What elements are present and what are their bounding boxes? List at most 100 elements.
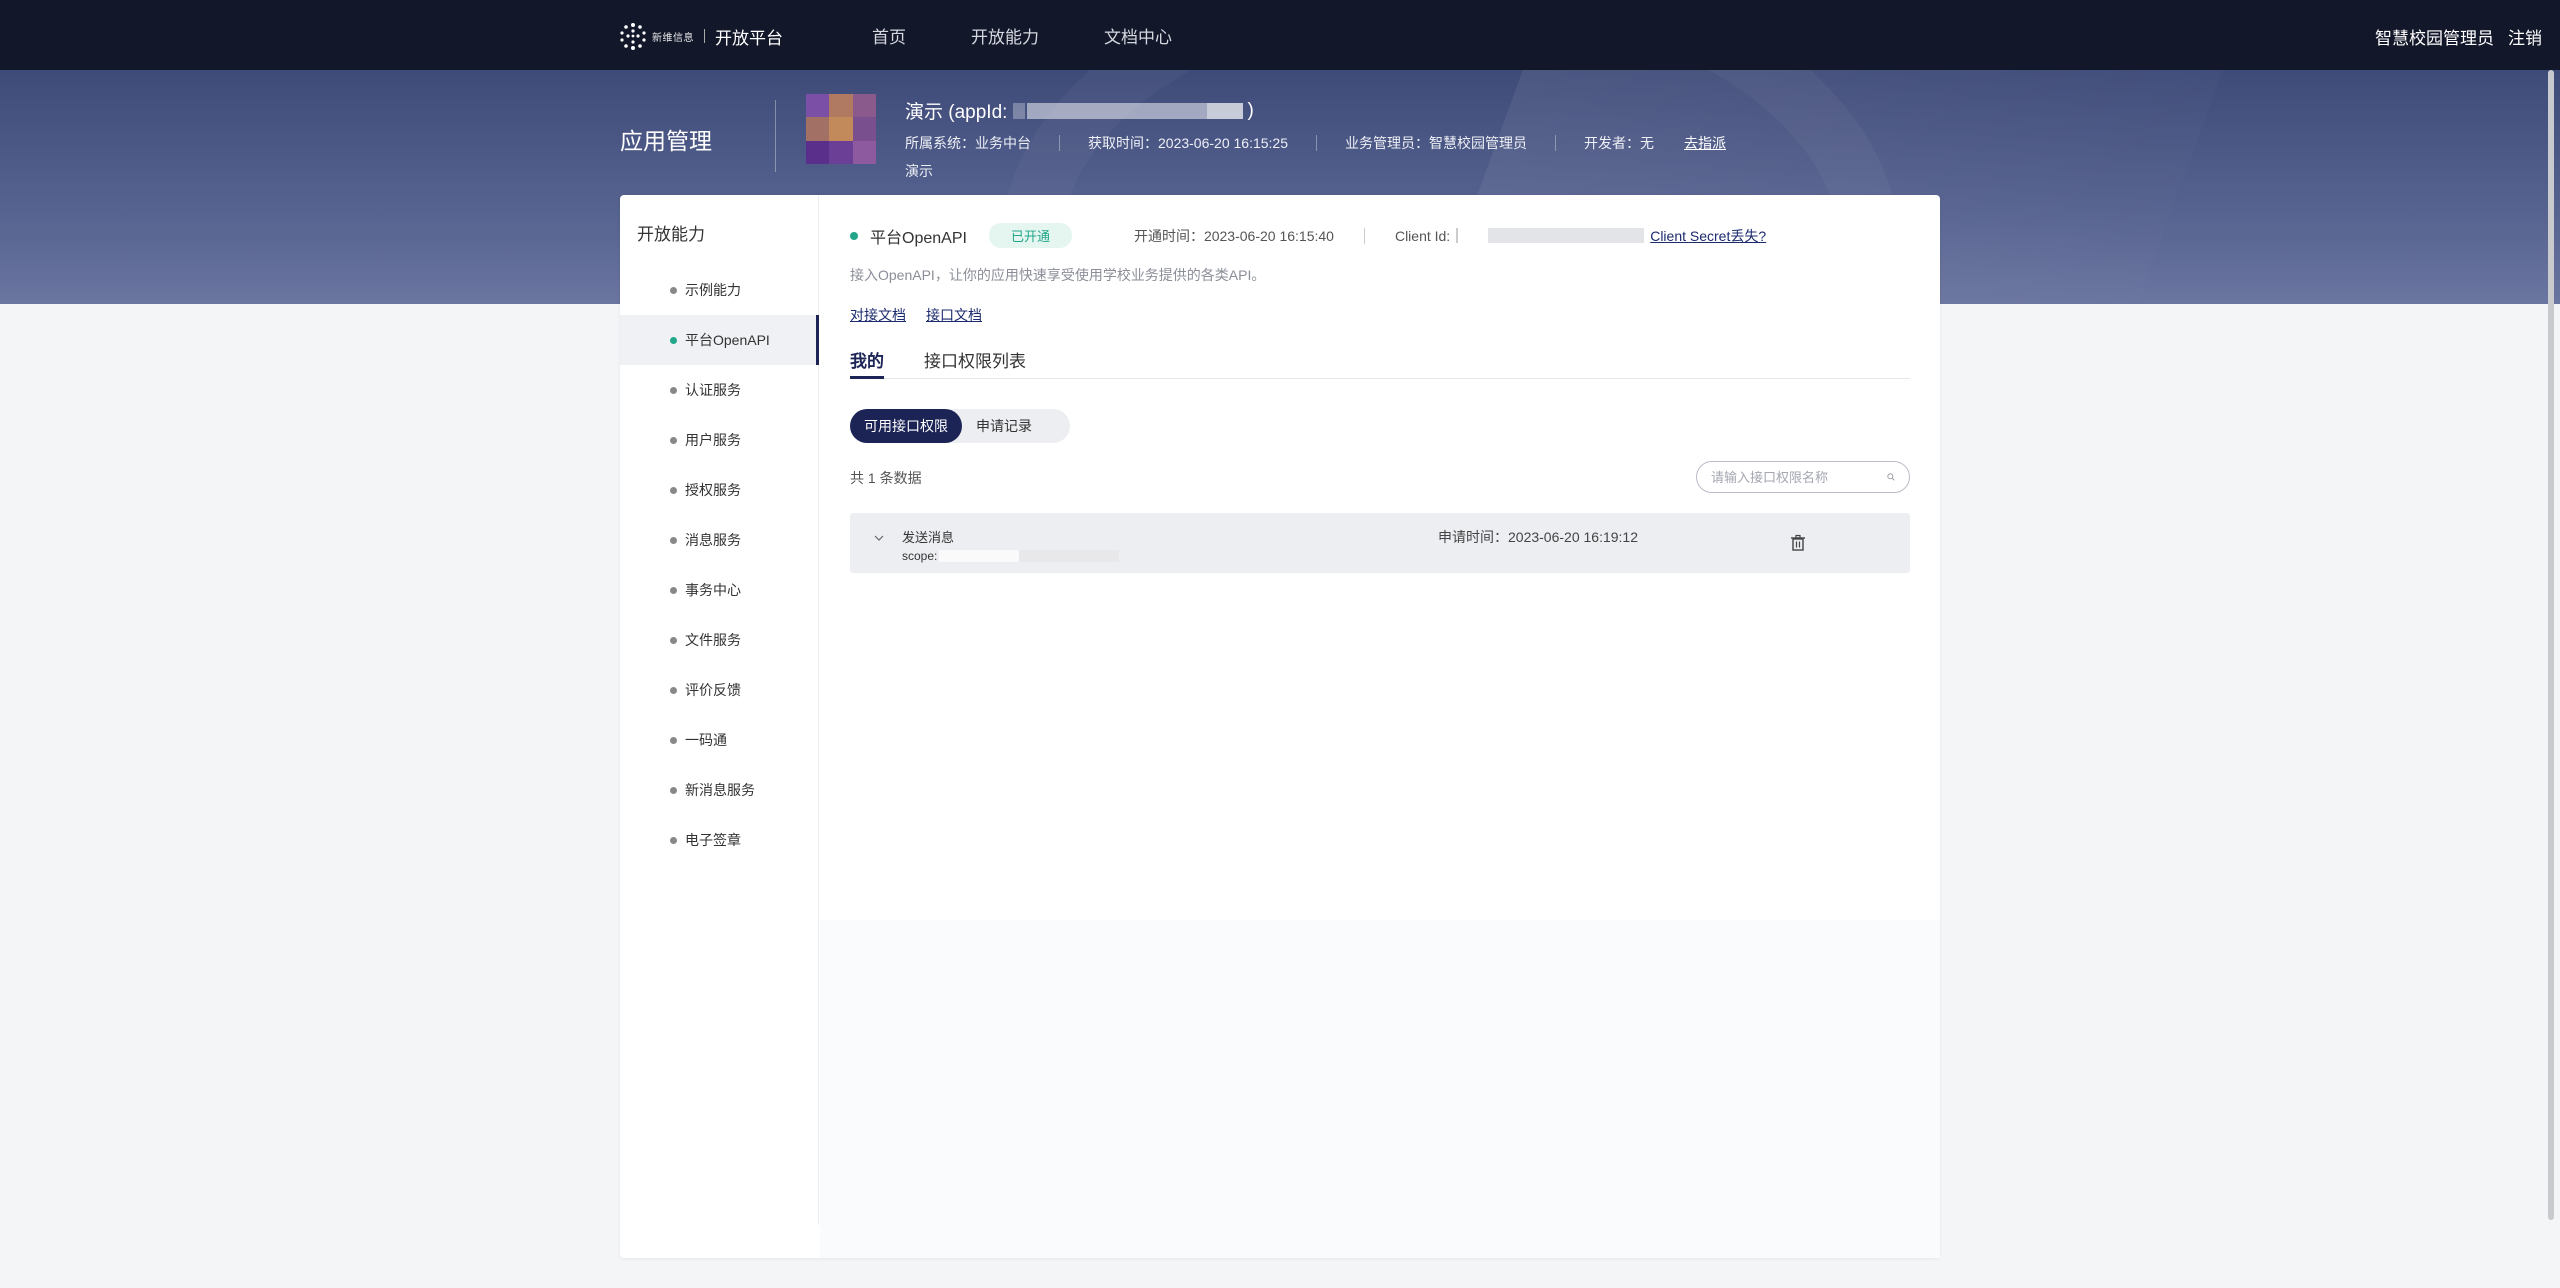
sidebar-item-label: 评价反馈 — [685, 682, 741, 698]
api-header: 平台OpenAPI 已开通 开通时间：2023-06-20 16:15:40 C… — [850, 223, 1766, 248]
app-name-text: 演示 (appId: — [905, 102, 1008, 123]
status-badge: 已开通 — [988, 223, 1072, 248]
assign-developer-link[interactable]: 去指派 — [1684, 133, 1726, 153]
chevron-down-icon[interactable] — [872, 531, 886, 545]
content-empty-area — [820, 920, 1940, 1258]
sidebar-item-file[interactable]: 文件服务 — [620, 615, 819, 665]
logo-icon — [620, 23, 646, 50]
redacted-client-id — [1456, 228, 1459, 243]
nav-home[interactable]: 首页 — [872, 23, 906, 48]
sidebar-item-label: 认证服务 — [685, 382, 741, 398]
app-meta: 所属系统：业务中台 获取时间：2023-06-20 16:15:25 业务管理员… — [905, 133, 1726, 153]
segment-control: 可用接口权限 申请记录 — [850, 409, 1070, 443]
sidebar-item-label: 电子签章 — [685, 832, 741, 848]
bullet-dot — [670, 486, 677, 494]
redacted-scope — [939, 550, 1020, 562]
developer-label: 开发者：无 — [1584, 135, 1654, 151]
sidebar-item-label: 平台OpenAPI — [685, 332, 770, 348]
sidebar-item-label: 一码通 — [685, 732, 727, 748]
app-avatar — [806, 94, 876, 164]
sidebar-item-label: 事务中心 — [685, 582, 741, 598]
user-name[interactable]: 智慧校园管理员 — [2375, 24, 2494, 49]
scope-label: scope: — [902, 549, 938, 563]
meta-divider — [1316, 135, 1317, 151]
bullet-dot — [670, 336, 677, 344]
app-name: 演示 (appId: ) — [905, 97, 1254, 124]
api-description: 接入OpenAPI，让你的应用快速享受使用学校业务提供的各类API。 — [850, 267, 1266, 283]
page-title: 应用管理 — [620, 128, 712, 154]
sidebar-item-openapi[interactable]: 平台OpenAPI — [620, 315, 819, 365]
apply-time: 申请时间：2023-06-20 16:19:12 — [1438, 529, 1638, 545]
bullet-dot — [670, 536, 677, 544]
bullet-dot — [670, 636, 677, 644]
redacted-appid — [1013, 102, 1026, 119]
permission-search — [1696, 461, 1910, 493]
logo[interactable]: 新维信息 开放平台 — [618, 22, 783, 50]
logout-link[interactable]: 注销 — [2508, 24, 2542, 49]
sidebar-item-message[interactable]: 消息服务 — [620, 515, 819, 565]
capability-sidebar: 开放能力 示例能力 平台OpenAPI 认证服务 用户服务 授权服务 消息服务 … — [620, 195, 819, 1225]
sidebar-item-example[interactable]: 示例能力 — [620, 265, 819, 315]
permission-scope: scope: — [902, 549, 1120, 563]
bullet-dot — [670, 286, 677, 294]
sidebar-item-auth[interactable]: 认证服务 — [620, 365, 819, 415]
sidebar-item-label: 消息服务 — [685, 532, 741, 548]
sidebar-item-feedback[interactable]: 评价反馈 — [620, 665, 819, 715]
client-secret-lost-link[interactable]: Client Secret丢失? — [1650, 226, 1766, 246]
sidebar-item-label: 授权服务 — [685, 482, 741, 498]
redacted-scope — [1019, 550, 1120, 562]
bullet-dot — [670, 836, 677, 844]
sidebar-item-new-message[interactable]: 新消息服务 — [620, 765, 819, 815]
bullet-dot — [670, 686, 677, 694]
segment-available-permissions[interactable]: 可用接口权限 — [850, 409, 962, 443]
segment-apply-records[interactable]: 申请记录 — [962, 409, 1046, 443]
manager-label: 业务管理员：智慧校园管理员 — [1345, 135, 1527, 151]
tab-permission-list[interactable]: 接口权限列表 — [924, 347, 1026, 379]
app-description: 演示 — [905, 163, 933, 179]
content-tabs: 我的 接口权限列表 — [850, 347, 1910, 379]
bullet-dot — [670, 386, 677, 394]
sidebar-item-e-signature[interactable]: 电子签章 — [620, 815, 819, 865]
nav-open-capability[interactable]: 开放能力 — [971, 23, 1039, 48]
client-id-label: Client Id: — [1394, 227, 1451, 244]
logo-divider — [704, 29, 705, 43]
table-row[interactable]: 发送消息 scope: 申请时间：2023-06-20 16:19:12 — [850, 513, 1910, 573]
main-card: 开放能力 示例能力 平台OpenAPI 认证服务 用户服务 授权服务 消息服务 … — [620, 195, 1940, 1258]
search-icon[interactable] — [1887, 471, 1895, 483]
trash-icon[interactable] — [1788, 533, 1808, 553]
tab-mine[interactable]: 我的 — [850, 347, 884, 379]
search-input[interactable] — [1711, 469, 1887, 485]
system-label: 所属系统：业务中台 — [905, 135, 1031, 151]
redacted-appid — [1027, 102, 1208, 119]
sidebar-item-authorization[interactable]: 授权服务 — [620, 465, 819, 515]
redacted-client-id — [1488, 228, 1645, 243]
doc-links: 对接文档 接口文档 — [850, 305, 982, 325]
page-scrollbar[interactable] — [2548, 70, 2554, 1220]
sidebar-item-affairs[interactable]: 事务中心 — [620, 565, 819, 615]
user-area: 智慧校园管理员 注销 — [2375, 24, 2542, 49]
app-name-close: ) — [1247, 99, 1254, 121]
top-navbar: 新维信息 开放平台 首页 开放能力 文档中心 智慧校园管理员 注销 — [0, 0, 2560, 70]
integration-doc-link[interactable]: 对接文档 — [850, 305, 906, 325]
meta-divider — [1555, 135, 1556, 151]
bullet-dot — [670, 736, 677, 744]
meta-divider — [1059, 135, 1060, 151]
sidebar-item-user[interactable]: 用户服务 — [620, 415, 819, 465]
sidebar-item-label: 文件服务 — [685, 632, 741, 648]
header-divider — [1363, 227, 1365, 244]
api-doc-link[interactable]: 接口文档 — [926, 305, 982, 325]
api-name: 平台OpenAPI — [870, 229, 967, 247]
logo-text: 新维信息 — [652, 32, 694, 44]
sidebar-item-label: 用户服务 — [685, 432, 741, 448]
sidebar-item-one-code[interactable]: 一码通 — [620, 715, 819, 765]
bullet-dot — [670, 586, 677, 594]
bullet-dot — [670, 436, 677, 444]
sidebar-title: 开放能力 — [637, 225, 705, 244]
obtain-time: 获取时间：2023-06-20 16:15:25 — [1088, 135, 1288, 151]
permission-title: 发送消息 — [902, 530, 955, 545]
redacted-appid — [1207, 102, 1244, 119]
status-dot — [850, 231, 858, 240]
nav-docs[interactable]: 文档中心 — [1104, 23, 1172, 48]
logo-title: 开放平台 — [715, 28, 783, 48]
sidebar-item-label: 示例能力 — [685, 282, 741, 298]
